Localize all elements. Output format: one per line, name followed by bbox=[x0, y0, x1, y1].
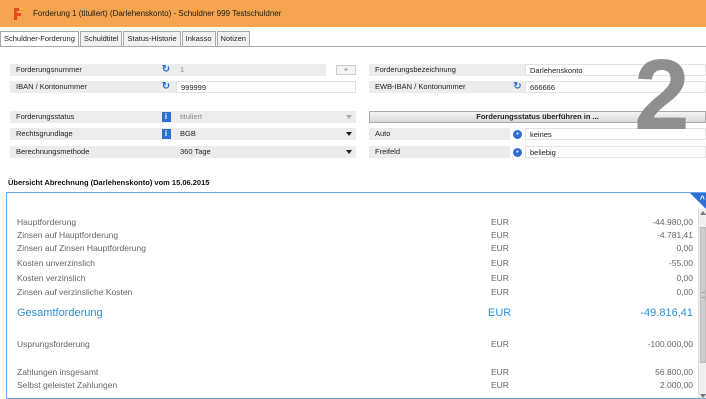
total-label: Gesamtforderung bbox=[17, 307, 103, 319]
ewb-iban-icon-cell: ↻ bbox=[510, 81, 525, 93]
tab-schuldtitel[interactable]: Schuldtitel bbox=[79, 31, 123, 46]
forderungsstatus-row: Forderungsstatus i tituliert bbox=[10, 111, 356, 123]
berechnungsmethode-row: Berechnungsmethode 360 Tage bbox=[10, 146, 356, 158]
rechtsgrundlage-row: Rechtsgrundlage i BGB bbox=[10, 128, 356, 140]
iban-icon-cell: ↻ bbox=[156, 81, 176, 93]
total-value: -49.816,41 bbox=[640, 307, 693, 319]
freifeld-icon-cell: • bbox=[510, 146, 525, 158]
refresh-icon[interactable]: ↻ bbox=[162, 82, 170, 92]
overview-row: Selbst geleistet Zahlungen EUR 2.000,00 bbox=[17, 380, 693, 391]
auto-label: Auto bbox=[369, 128, 510, 140]
row-label: Kosten verzinslich bbox=[17, 273, 86, 283]
scroll-down-icon[interactable] bbox=[700, 394, 706, 398]
overview-row: Zinsen auf Zinsen Hauptforderung EUR 0,0… bbox=[17, 243, 693, 254]
forderungsstatus-value: tituliert bbox=[180, 112, 203, 121]
forderungsstatus-icon-cell: i bbox=[156, 111, 176, 123]
row-currency: EUR bbox=[491, 230, 509, 240]
row-currency: EUR bbox=[491, 339, 509, 349]
berechnungsmethode-value: 360 Tage bbox=[180, 147, 211, 156]
row-value: -4.781,41 bbox=[657, 230, 693, 240]
forderungsnummer-row: Forderungsnummer ↻ 1 + bbox=[10, 64, 356, 76]
row-currency: EUR bbox=[491, 287, 509, 297]
chevron-down-icon bbox=[346, 115, 352, 119]
row-label: Selbst geleistet Zahlungen bbox=[17, 380, 118, 390]
overview-row: Kosten verzinslich EUR 0,00 bbox=[17, 273, 693, 284]
row-label: Zahlungen insgesamt bbox=[17, 367, 99, 377]
forderungsnummer-field[interactable]: 1 bbox=[176, 64, 326, 76]
tab-inkasso[interactable]: Inkasso bbox=[181, 31, 216, 46]
row-value: 0,00 bbox=[676, 243, 693, 253]
tab-bar: Schuldner-Forderung Schuldtitel Status-H… bbox=[0, 31, 251, 47]
forderungsnummer-icon-cell: ↻ bbox=[156, 64, 176, 76]
forderungsstatus-label: Forderungsstatus bbox=[10, 111, 156, 123]
scroll-grip-icon bbox=[702, 292, 705, 298]
rechtsgrundlage-select[interactable]: BGB bbox=[176, 128, 356, 140]
tab-notizen[interactable]: Notizen bbox=[216, 31, 250, 46]
forderungsstatus-select: tituliert bbox=[176, 111, 356, 123]
overview-panel: ^ Hauptforderung EUR -44.980,00 Zinsen a… bbox=[6, 192, 706, 399]
row-value: 0,00 bbox=[676, 287, 693, 297]
tab-status-historie[interactable]: Status-Historie bbox=[123, 31, 181, 46]
berechnungsmethode-label: Berechnungsmethode bbox=[10, 146, 176, 158]
title-bar: Forderung 1 (tituliert) (Darlehenskonto)… bbox=[0, 0, 706, 27]
overview-row: Kosten unverzinslich EUR -55,00 bbox=[17, 258, 693, 269]
row-currency: EUR bbox=[491, 380, 509, 390]
row-currency: EUR bbox=[491, 217, 509, 227]
overlay-number: 2 bbox=[634, 39, 690, 151]
freifeld-label: Freifeld bbox=[369, 146, 510, 158]
rechtsgrundlage-icon-cell: i bbox=[156, 128, 176, 140]
row-value: -44.980,00 bbox=[652, 217, 693, 227]
row-value: 56.800,00 bbox=[655, 367, 693, 377]
add-forderungsnummer-button[interactable]: + bbox=[336, 65, 356, 75]
overview-title: Übersicht Abrechnung (Darlehenskonto) vo… bbox=[8, 178, 210, 187]
app-logo-icon bbox=[11, 7, 25, 21]
rechtsgrundlage-label: Rechtsgrundlage bbox=[10, 128, 156, 140]
row-value: 0,00 bbox=[676, 273, 693, 283]
ewb-iban-label: EWB-IBAN / Kontonummer bbox=[369, 81, 510, 93]
iban-label: IBAN / Kontonummer bbox=[10, 81, 156, 93]
window-title: Forderung 1 (tituliert) (Darlehenskonto)… bbox=[33, 9, 282, 18]
dot-icon[interactable]: • bbox=[513, 129, 522, 139]
iban-field[interactable]: 999999 bbox=[176, 81, 356, 93]
row-currency: EUR bbox=[491, 367, 509, 377]
tab-schuldner-forderung[interactable]: Schuldner-Forderung bbox=[0, 31, 79, 47]
berechnungsmethode-select[interactable]: 360 Tage bbox=[176, 146, 356, 158]
refresh-icon[interactable]: ↻ bbox=[513, 82, 521, 92]
overview-total-row: Gesamtforderung EUR -49.816,41 bbox=[17, 307, 693, 321]
row-currency: EUR bbox=[491, 273, 509, 283]
overview-row: Usprungsforderung EUR -100.000,00 bbox=[17, 339, 693, 350]
overview-row: Zinsen auf Hauptforderung EUR -4.781,41 bbox=[17, 230, 693, 241]
scrollbar[interactable] bbox=[698, 209, 706, 398]
row-value: -100.000,00 bbox=[647, 339, 693, 349]
auto-icon-cell: • bbox=[510, 128, 525, 140]
scroll-up-icon[interactable] bbox=[700, 211, 706, 215]
scroll-thumb[interactable] bbox=[700, 227, 706, 363]
row-label: Hauptforderung bbox=[17, 217, 77, 227]
row-value: 2.000,00 bbox=[659, 380, 693, 390]
total-currency: EUR bbox=[488, 307, 512, 319]
tab-divider bbox=[0, 46, 706, 47]
row-label: Zinsen auf Zinsen Hauptforderung bbox=[17, 243, 146, 253]
chevron-up-icon[interactable]: ^ bbox=[700, 194, 705, 204]
row-label: Zinsen auf verzinsliche Kosten bbox=[17, 287, 133, 297]
row-currency: EUR bbox=[491, 243, 509, 253]
overview-row: Zinsen auf verzinsliche Kosten EUR 0,00 bbox=[17, 287, 693, 298]
forderungsnummer-label: Forderungsnummer bbox=[10, 64, 156, 76]
row-value: -55,00 bbox=[668, 258, 693, 268]
row-label: Kosten unverzinslich bbox=[17, 258, 95, 268]
overview-row: Zahlungen insgesamt EUR 56.800,00 bbox=[17, 367, 693, 378]
overview-row: Hauptforderung EUR -44.980,00 bbox=[17, 217, 693, 228]
info-icon[interactable]: i bbox=[161, 112, 171, 122]
dot-icon[interactable]: • bbox=[513, 147, 522, 157]
row-label: Zinsen auf Hauptforderung bbox=[17, 230, 119, 240]
row-label: Usprungsforderung bbox=[17, 339, 90, 349]
refresh-icon[interactable]: ↻ bbox=[162, 65, 170, 75]
info-icon[interactable]: i bbox=[161, 129, 171, 139]
chevron-down-icon bbox=[346, 132, 352, 136]
iban-row: IBAN / Kontonummer ↻ 999999 bbox=[10, 81, 356, 93]
chevron-down-icon bbox=[346, 150, 352, 154]
forderungsbezeichnung-label: Forderungsbezeichnung bbox=[369, 64, 525, 76]
row-currency: EUR bbox=[491, 258, 509, 268]
rechtsgrundlage-value: BGB bbox=[180, 129, 196, 138]
